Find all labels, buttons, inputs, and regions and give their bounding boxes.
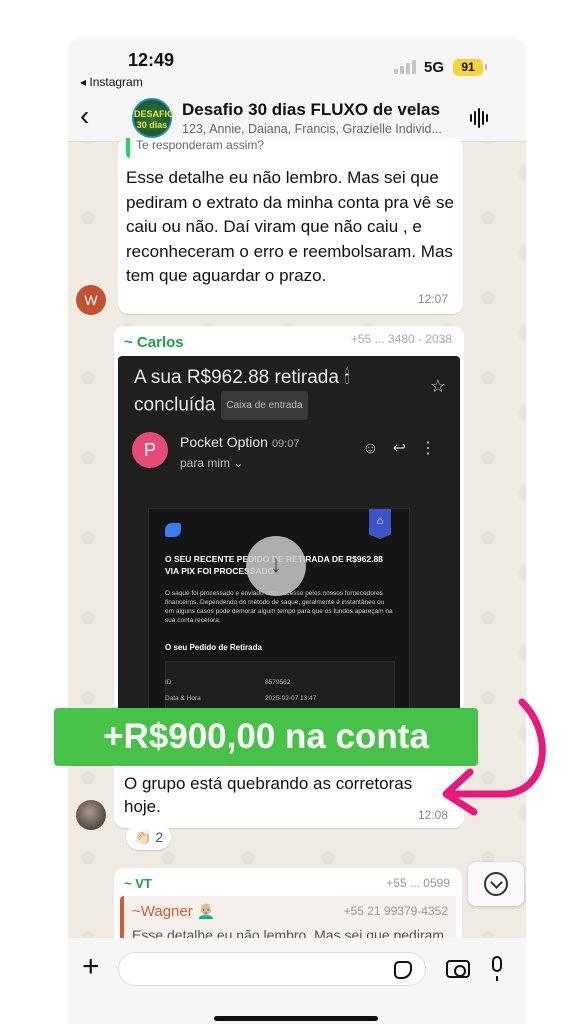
email-from: Pocket Option 09:07 xyxy=(180,434,300,450)
email-subheading: O seu Pedido de Retirada xyxy=(165,643,262,652)
quoted-text: Te responderam assim? xyxy=(136,138,265,152)
status-bar: 12:49 ◂ Instagram 5G 91 xyxy=(68,38,526,94)
quoted-phone: +55 21 99379-4352 xyxy=(343,904,448,918)
network-type: 5G xyxy=(424,59,445,76)
camera-icon[interactable] xyxy=(446,960,470,978)
table-row: ID 8579562 xyxy=(165,679,291,686)
inbox-chip: Caixa de entrada xyxy=(221,391,308,420)
battery-icon: 91 xyxy=(453,59,487,76)
sender-phone: +55 ... 3480 - 2038 xyxy=(350,332,452,346)
quoted-sender: ~Wagner 👨🏼‍🦲 xyxy=(132,903,216,920)
email-actions: ☺↩⋮ xyxy=(362,438,450,458)
back-chevron-icon[interactable]: ‹ xyxy=(80,102,89,130)
phone-screenshot: 12:49 ◂ Instagram 5G 91 ‹ DESAFIO 30 dia… xyxy=(68,38,526,1024)
more-icon: ⋮ xyxy=(420,440,450,457)
arrow-icon xyxy=(442,698,546,816)
voice-wave-icon[interactable] xyxy=(470,108,492,128)
email-subject: A sua R$962.88 retirada 🕯 concluída Caixa… xyxy=(134,364,404,420)
quote-bar xyxy=(126,138,130,158)
avatar[interactable] xyxy=(76,800,106,830)
sender-phone: +55 ... 0599 xyxy=(386,876,450,890)
back-to-instagram-link[interactable]: ◂ Instagram xyxy=(80,75,143,89)
email-to: para mim ⌄ xyxy=(180,456,244,470)
message-input[interactable] xyxy=(118,952,426,986)
scroll-down-icon[interactable] xyxy=(468,862,524,906)
mic-icon[interactable] xyxy=(492,956,502,981)
chat-header: ‹ DESAFIO 30 dias Desafio 30 dias FLUXO … xyxy=(68,94,526,142)
message-time: 12:07 xyxy=(418,292,449,306)
emoji-icon: ☺ xyxy=(362,440,393,457)
bank-icon: ⌂ xyxy=(369,509,391,539)
table-row: Data & Hora 2025-02-07 13:47 xyxy=(165,695,317,702)
star-icon: ☆ xyxy=(429,376,446,396)
story-frame: 12:49 ◂ Instagram 5G 91 ‹ DESAFIO 30 dia… xyxy=(0,0,580,1024)
plus-icon[interactable]: + xyxy=(82,952,100,982)
reply-icon: ↩ xyxy=(392,440,420,457)
chat-title[interactable]: Desafio 30 dias FLUXO de velas xyxy=(182,100,440,120)
image-caption: O grupo está quebrando as corretoras hoj… xyxy=(124,774,413,816)
home-indicator xyxy=(214,1016,378,1021)
signal-icon xyxy=(394,60,418,74)
sender-avatar: P xyxy=(132,432,168,468)
reaction-badge[interactable]: 👏🏻 2 xyxy=(126,824,172,850)
pocket-option-logo xyxy=(165,523,181,537)
input-bar: + xyxy=(68,938,526,1024)
message-text: Esse detalhe eu não lembro. Mas sei que … xyxy=(126,168,454,285)
download-icon[interactable]: ↓ xyxy=(246,536,306,596)
overlay-label: +R$900,00 na conta xyxy=(54,708,478,766)
sender-name[interactable]: ~ VT xyxy=(124,876,152,891)
message-bubble[interactable]: Te responderam assim? Esse detalhe eu nã… xyxy=(118,138,463,314)
avatar[interactable]: W xyxy=(76,285,106,315)
sender-name[interactable]: ~ Carlos xyxy=(124,334,184,351)
chat-members[interactable]: 123, Annie, Daiana, Francis, Grazielle I… xyxy=(182,122,462,136)
status-time: 12:49 xyxy=(128,50,175,70)
group-avatar[interactable]: DESAFIO 30 dias xyxy=(132,98,174,138)
email-screenshot-image[interactable]: A sua R$962.88 retirada 🕯 concluída Caixa… xyxy=(118,356,460,766)
